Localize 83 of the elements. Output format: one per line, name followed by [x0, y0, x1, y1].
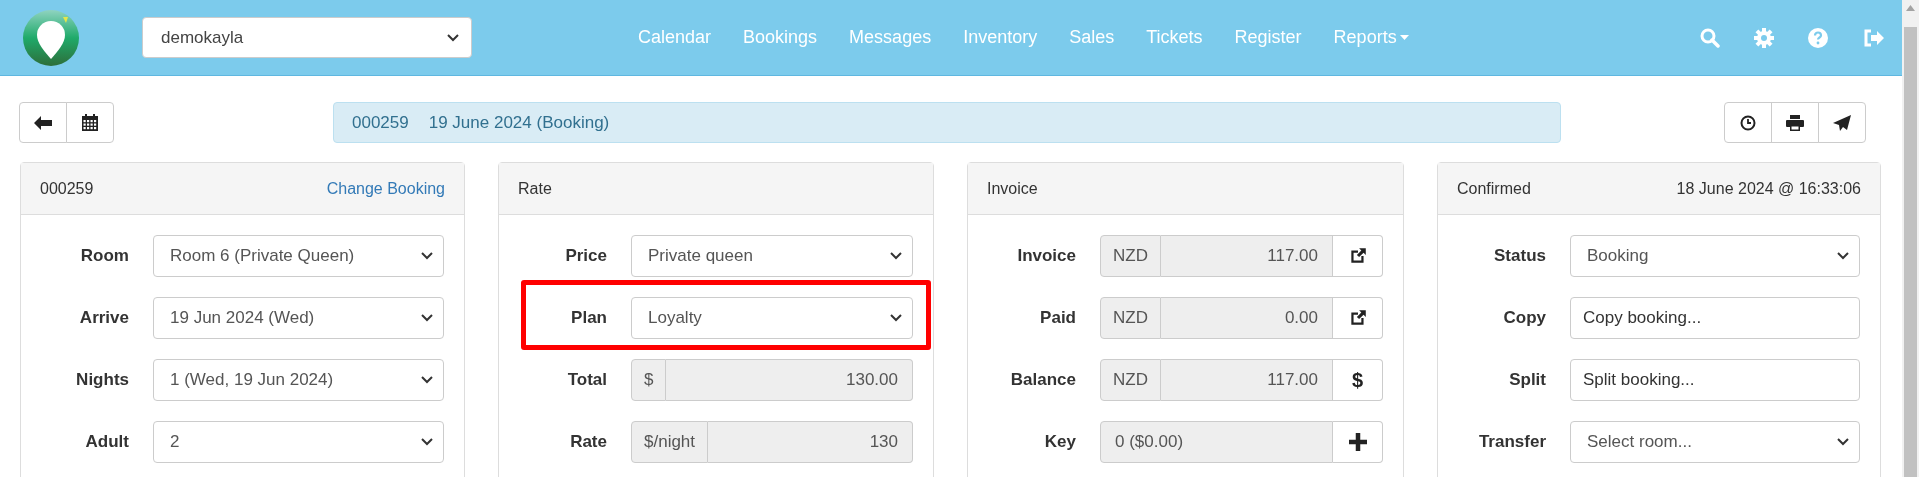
change-booking-link[interactable]: Change Booking	[326, 179, 445, 198]
select-field[interactable]: Select room...	[1570, 421, 1860, 463]
input-field[interactable]: Copy booking...	[1570, 297, 1860, 339]
select-value: 2	[170, 432, 180, 452]
field-label: Price	[564, 246, 607, 266]
payment-button[interactable]: $	[1333, 359, 1383, 401]
select-field[interactable]: 19 Jun 2024 (Wed)	[153, 297, 444, 339]
select-field[interactable]: 1 (Wed, 19 Jun 2024)	[153, 359, 444, 401]
chevron-down-icon	[421, 438, 433, 446]
add-button[interactable]	[1333, 421, 1383, 463]
plus-icon	[1348, 433, 1367, 451]
field-label: Total	[566, 370, 607, 390]
input-field[interactable]: Split booking...	[1570, 359, 1860, 401]
currency-addon: $/night	[631, 421, 709, 463]
panel-title: Invoice	[987, 179, 1038, 198]
field-label: Arrive	[78, 308, 129, 328]
paper-plane-icon	[1833, 114, 1851, 131]
clock-icon	[1740, 114, 1756, 131]
currency-addon: NZD	[1100, 235, 1161, 277]
chevron-down-icon	[421, 314, 433, 322]
chevron-down-icon	[421, 376, 433, 384]
select-value: Private queen	[648, 246, 753, 266]
currency-addon: NZD	[1100, 359, 1161, 401]
select-field[interactable]: Loyalty	[631, 297, 913, 339]
open-invoice-button[interactable]	[1333, 297, 1383, 339]
calendar-icon	[82, 114, 98, 131]
scrollbar[interactable]	[1902, 0, 1919, 477]
key-field: 0 ($0.00)	[1100, 421, 1333, 463]
booking-number: 000259	[352, 112, 409, 133]
select-field[interactable]: 2	[153, 421, 444, 463]
booking-type: (Booking)	[536, 112, 610, 133]
field-label: Adult	[84, 432, 129, 452]
currency-addon: NZD	[1100, 297, 1161, 339]
field-label: Rate	[569, 432, 607, 452]
account-select[interactable]: demokayla	[142, 17, 472, 58]
field-label: Status	[1493, 246, 1546, 266]
select-value: Room 6 (Private Queen)	[170, 246, 355, 266]
field-label: Paid	[1039, 308, 1076, 328]
field-label: Split	[1508, 370, 1546, 390]
field-label: Key	[1043, 432, 1076, 452]
confirmed-timestamp: 18 June 2024 @ 16:33:06	[1676, 179, 1861, 198]
chevron-down-icon	[1837, 438, 1849, 446]
field-label: Copy	[1502, 308, 1546, 328]
select-field[interactable]: Booking	[1570, 235, 1860, 277]
panel-title: 000259	[40, 179, 94, 198]
panel-title: Rate	[518, 179, 552, 198]
calendar-button[interactable]	[66, 102, 114, 143]
printer-icon	[1786, 114, 1804, 131]
chevron-down-icon	[890, 252, 902, 260]
panel-title: Confirmed	[1457, 179, 1531, 198]
back-button[interactable]	[19, 102, 67, 143]
chevron-down-icon	[1837, 252, 1849, 260]
amount-field: 117.00	[1160, 235, 1333, 277]
arrow-left-icon	[34, 115, 52, 130]
field-label: Plan	[570, 308, 607, 328]
booking-date: 19 June 2024	[428, 112, 533, 133]
select-value: demokayla	[161, 27, 244, 48]
select-value: 19 Jun 2024 (Wed)	[170, 308, 315, 328]
select-value: 1 (Wed, 19 Jun 2024)	[170, 370, 334, 390]
currency-addon: $	[631, 359, 667, 401]
print-button[interactable]	[1771, 102, 1819, 143]
amount-field: 130	[708, 421, 913, 463]
field-label: Transfer	[1477, 432, 1546, 452]
field-label: Room	[79, 246, 129, 266]
logo-icon	[22, 8, 80, 67]
select-value: Loyalty	[648, 308, 702, 328]
field-label: Balance	[1009, 370, 1076, 390]
chevron-down-icon	[421, 252, 433, 260]
select-value: Booking	[1587, 246, 1649, 266]
select-field[interactable]: Private queen	[631, 235, 913, 277]
chevron-down-icon	[447, 33, 459, 42]
field-label: Invoice	[1016, 246, 1076, 266]
amount-field: 0.00	[1160, 297, 1333, 339]
history-button[interactable]	[1724, 102, 1772, 143]
open-invoice-button[interactable]	[1333, 235, 1383, 277]
select-value: Select room...	[1587, 432, 1692, 452]
send-button[interactable]	[1818, 102, 1866, 143]
amount-field: 130.00	[666, 359, 913, 401]
chevron-down-icon	[890, 314, 902, 322]
amount-field: 117.00	[1160, 359, 1333, 401]
dropdown-caret-icon	[1399, 35, 1409, 40]
field-label: Nights	[75, 370, 129, 390]
select-field[interactable]: Room 6 (Private Queen)	[153, 235, 444, 277]
